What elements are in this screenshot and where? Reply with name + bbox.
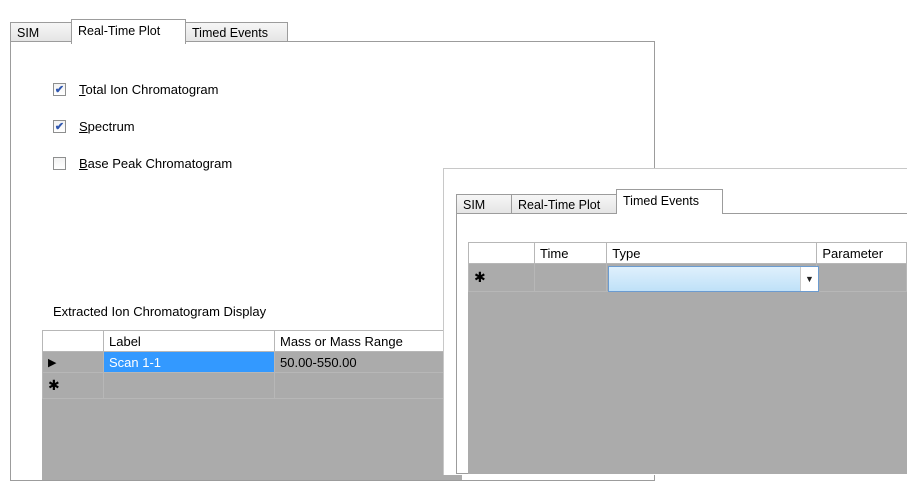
back-tabstrip: SIM Real-Time Plot Timed Events bbox=[10, 18, 288, 44]
checkbox-label: Base Peak Chromatogram bbox=[79, 156, 233, 171]
current-row-arrow-icon: ▶ bbox=[42, 351, 104, 373]
checkbox-checked-icon[interactable]: ✔ bbox=[53, 83, 66, 96]
type-dropdown[interactable]: ▼ bbox=[608, 266, 819, 292]
eic-table: Label Mass or Mass Range ▶ Scan 1-1 50.0… bbox=[42, 330, 465, 399]
column-header-mass[interactable]: Mass or Mass Range bbox=[274, 330, 465, 352]
cell-mass[interactable]: 50.00-550.00 bbox=[274, 351, 465, 373]
checkbox-total-ion-chromatogram[interactable]: ✔ Total Ion Chromatogram bbox=[53, 82, 218, 97]
table-row-new[interactable]: ✱ bbox=[42, 372, 465, 399]
checkbox-checked-icon[interactable]: ✔ bbox=[53, 120, 66, 133]
column-header-label[interactable]: Label bbox=[103, 330, 275, 352]
cell-label[interactable]: Scan 1-1 bbox=[103, 351, 275, 373]
tab-sim[interactable]: SIM bbox=[456, 194, 512, 214]
front-tabstrip: SIM Real-Time Plot Timed Events bbox=[456, 189, 723, 214]
row-header-corner bbox=[42, 330, 104, 352]
tab-real-time-plot[interactable]: Real-Time Plot bbox=[71, 19, 186, 44]
new-row-asterisk-icon: ✱ bbox=[467, 263, 536, 292]
checkbox-label: Total Ion Chromatogram bbox=[79, 82, 219, 97]
checkbox-base-peak-chromatogram[interactable]: Base Peak Chromatogram bbox=[53, 156, 232, 171]
eic-display-label: Extracted Ion Chromatogram Display bbox=[53, 304, 267, 319]
new-row-asterisk-icon: ✱ bbox=[42, 372, 104, 399]
cell-time[interactable] bbox=[534, 263, 608, 292]
cell-parameter[interactable] bbox=[816, 263, 907, 292]
cell-mass[interactable] bbox=[274, 372, 465, 399]
tab-timed-events[interactable]: Timed Events bbox=[185, 22, 288, 42]
checkbox-label: Spectrum bbox=[79, 119, 135, 134]
checkbox-unchecked-icon[interactable] bbox=[53, 157, 66, 170]
tab-timed-events[interactable]: Timed Events bbox=[616, 189, 723, 214]
row-header-corner bbox=[467, 242, 536, 264]
column-header-type[interactable]: Type bbox=[606, 242, 818, 264]
column-header-parameter[interactable]: Parameter bbox=[816, 242, 907, 264]
tab-sim[interactable]: SIM bbox=[10, 22, 72, 42]
chevron-down-icon[interactable]: ▼ bbox=[800, 267, 818, 291]
cell-label[interactable] bbox=[103, 372, 275, 399]
tab-real-time-plot[interactable]: Real-Time Plot bbox=[511, 194, 617, 214]
column-header-time[interactable]: Time bbox=[534, 242, 608, 264]
table-row[interactable]: ▶ Scan 1-1 50.00-550.00 bbox=[42, 351, 465, 373]
checkbox-spectrum[interactable]: ✔ Spectrum bbox=[53, 119, 135, 134]
